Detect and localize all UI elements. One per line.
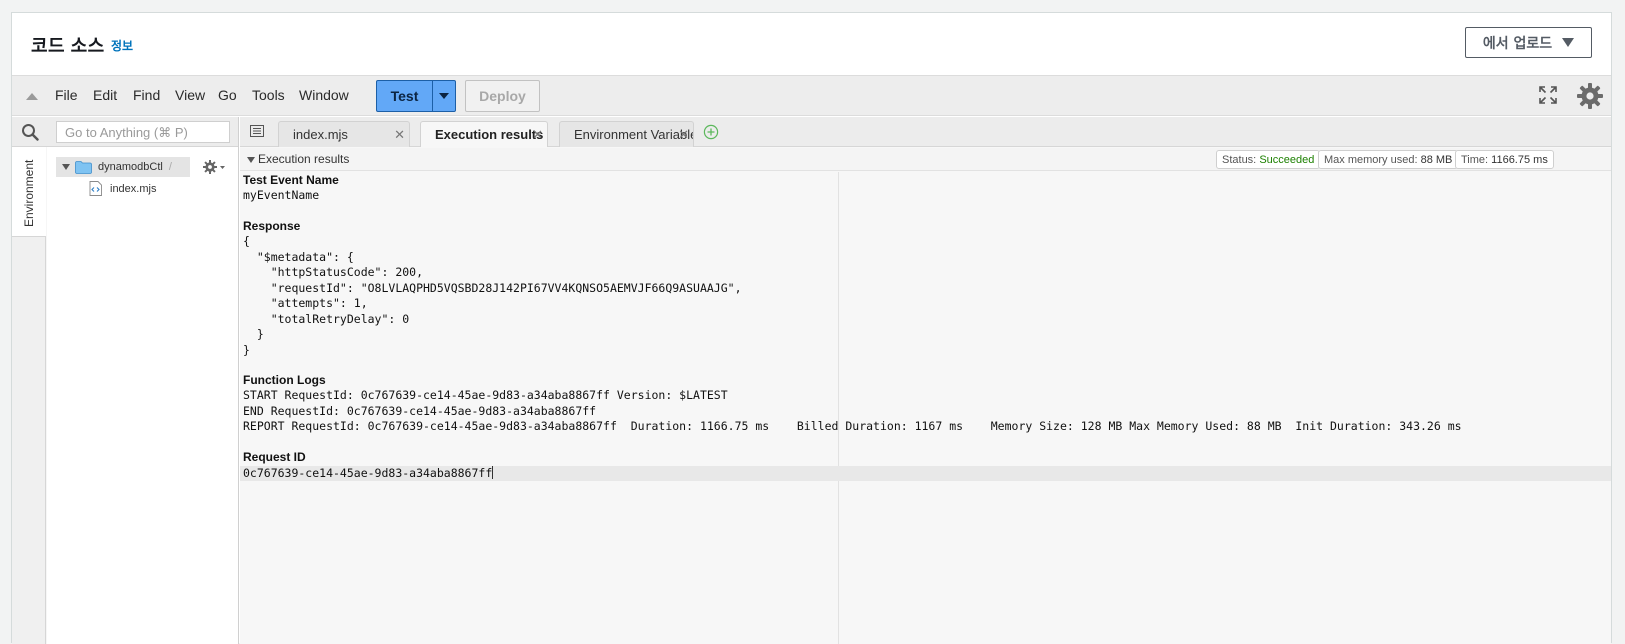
function-logs-label: Function Logs [243,373,326,387]
menu-edit[interactable]: Edit [93,87,117,103]
editor-area: index.mjs ✕ Execution results ✕ Environm… [240,117,1611,644]
panel-header: 코드 소스 정보 에서 업로드 [12,13,1611,75]
folder-name: dynamodbCtl [98,161,163,173]
file-name: index.mjs [110,182,157,195]
folder-path-suffix: / [168,161,172,173]
collapse-arrow-icon[interactable] [247,157,255,163]
test-button[interactable]: Test [376,80,456,112]
tab-environment-label: Environment [22,159,36,227]
status-badge: Status: Succeeded [1216,150,1321,169]
file-tree: dynamodbCtl / index.mjs [47,147,238,644]
tab-list-icon[interactable] [250,125,264,137]
tab-index-mjs[interactable]: index.mjs ✕ [278,121,410,147]
caret-down-icon [1562,38,1575,47]
code-source-panel: 코드 소스 정보 에서 업로드 File Edit Find View Go T… [11,12,1612,644]
editor-tabbar: index.mjs ✕ Execution results ✕ Environm… [240,117,1611,147]
memory-badge: Max memory used: 88 MB [1318,150,1459,169]
menu-file[interactable]: File [55,87,78,103]
sidebar-tab-strip: Environment [12,147,46,644]
info-link[interactable]: 정보 [111,37,133,54]
tree-folder-dynamodbctl[interactable]: dynamodbCtl / [56,157,190,177]
test-event-name-label: Test Event Name [243,173,339,187]
request-id-label: Request ID [243,450,306,464]
status-label: Status: [1222,154,1257,166]
goto-anything-input[interactable] [56,121,230,143]
menu-find[interactable]: Find [133,87,160,103]
goto-search-row [12,117,238,147]
tab-environment[interactable]: Environment [12,147,46,237]
tab-label: Environment Variables [574,127,694,142]
response-label: Response [243,219,301,233]
status-value: Succeeded [1259,154,1315,166]
add-tab-icon[interactable] [703,124,719,140]
menu-view[interactable]: View [175,87,205,103]
close-icon[interactable]: ✕ [394,127,405,143]
execution-results-body: Test Event Name myEventName Response { "… [240,172,1611,644]
upload-from-button[interactable]: 에서 업로드 [1465,27,1592,58]
time-label: Time: [1461,154,1489,166]
tab-label: Execution results [435,127,544,142]
upload-from-label: 에서 업로드 [1482,35,1553,52]
response-body: { "$metadata": { "httpStatusCode": 200, … [243,234,742,357]
test-event-name-value: myEventName [243,188,320,202]
close-icon[interactable]: ✕ [678,127,689,143]
test-dropdown-button[interactable] [433,81,455,111]
tab-environment-variables[interactable]: Environment Variables ✕ [559,121,694,147]
request-id-line[interactable]: 0c767639-ce14-45ae-9d83-a34aba8867ff [243,466,494,482]
ide-menubar: File Edit Find View Go Tools Window Test… [12,75,1611,116]
execution-results-title: Execution results [258,152,350,166]
request-id-value: 0c767639-ce14-45ae-9d83-a34aba8867ff [243,466,493,480]
menu-go[interactable]: Go [218,87,237,103]
fullscreen-icon[interactable] [1539,86,1557,104]
close-icon[interactable]: ✕ [532,127,543,143]
menu-tools[interactable]: Tools [252,87,285,103]
panel-title: 코드 소스 [31,36,105,56]
gear-icon[interactable] [1576,82,1604,110]
text-cursor [492,466,494,479]
tab-execution-results[interactable]: Execution results ✕ [420,121,548,147]
time-value: 1166.75 ms [1491,154,1548,166]
code-file-icon [89,181,102,196]
search-icon [22,124,39,141]
test-button-label[interactable]: Test [377,81,433,111]
time-badge: Time: 1166.75 ms [1455,150,1554,169]
collapse-menubar-icon[interactable] [26,93,38,100]
execution-results-header: Execution results Status: Succeeded Max … [240,148,1611,171]
deploy-button[interactable]: Deploy [465,80,540,112]
tree-file-index-mjs[interactable]: index.mjs [88,181,156,196]
memory-label: Max memory used: [1324,154,1418,166]
caret-down-icon [439,93,449,99]
menu-window[interactable]: Window [299,87,349,103]
environment-sidebar: Environment dynamodbCtl / [12,117,239,644]
expand-arrow-icon[interactable] [62,164,70,170]
folder-icon [75,160,92,174]
tab-label: index.mjs [293,127,348,142]
tree-settings-gear-icon[interactable] [202,159,226,175]
memory-value: 88 MB [1420,154,1453,166]
function-logs-body: START RequestId: 0c767639-ce14-45ae-9d83… [243,388,1462,433]
